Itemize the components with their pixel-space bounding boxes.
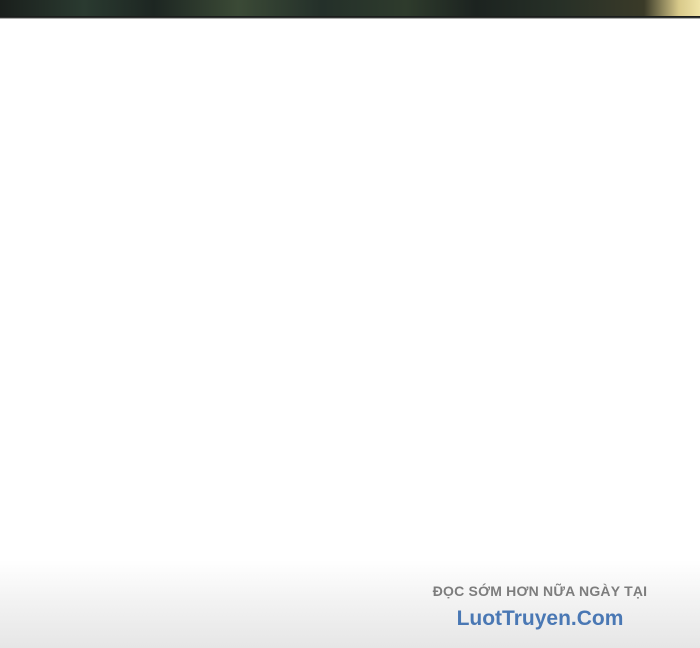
watermark-tagline: ĐỌC SỚM HƠN NỮA NGÀY TẠI xyxy=(432,583,648,599)
panel-border xyxy=(0,16,700,19)
comic-page: ĐỌC SỚM HƠN NỮA NGÀY TẠI LuotTruyen.Com xyxy=(0,0,700,648)
previous-panel-edge xyxy=(0,0,700,16)
watermark-site: LuotTruyen.Com xyxy=(456,607,624,630)
watermark: ĐỌC SỚM HƠN NỮA NGÀY TẠI LuotTruyen.Com xyxy=(400,582,680,632)
